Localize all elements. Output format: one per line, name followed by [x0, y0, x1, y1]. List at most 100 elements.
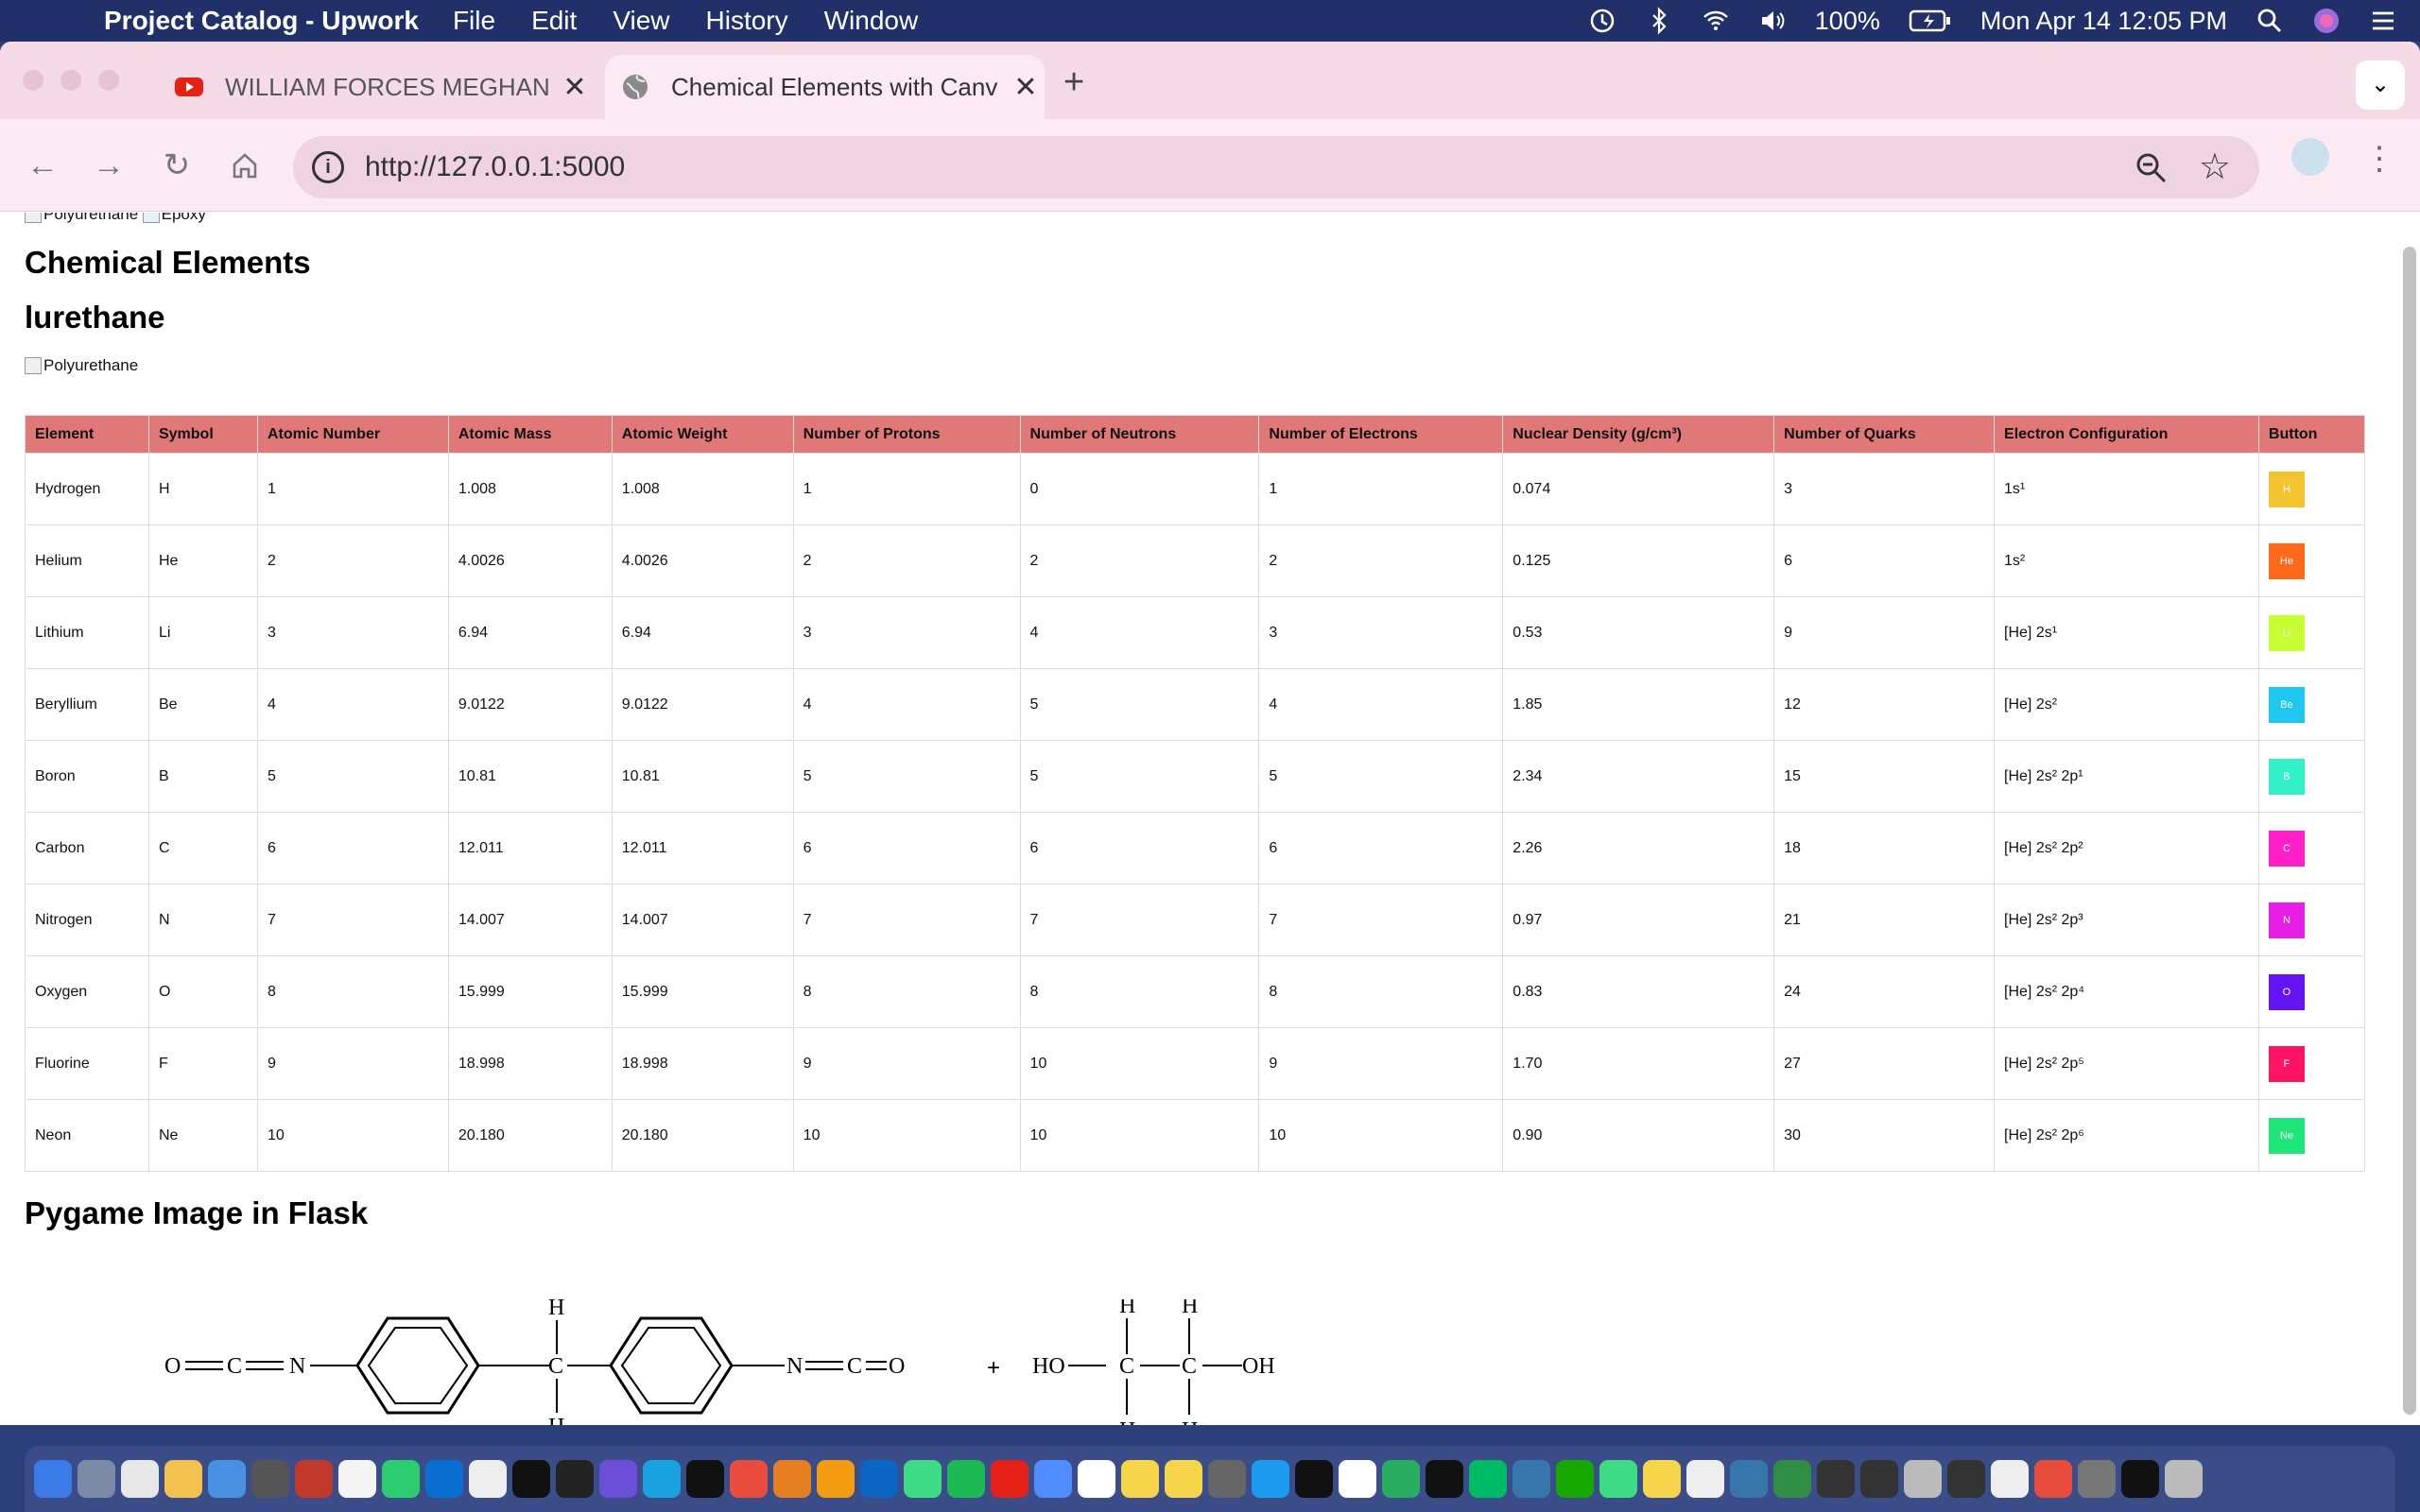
zoom-window-button[interactable]	[98, 70, 119, 91]
dock-app-icon[interactable]	[643, 1460, 681, 1498]
dock-app-icon[interactable]	[1599, 1460, 1637, 1498]
dock-app-icon[interactable]	[1382, 1460, 1420, 1498]
dock-app-icon[interactable]	[1947, 1460, 1985, 1498]
address-bar[interactable]: i http://127.0.0.1:5000 ☆	[293, 136, 2259, 198]
bookmark-star-icon[interactable]: ☆	[2199, 146, 2231, 188]
dock-app-icon[interactable]	[34, 1460, 72, 1498]
dock-app-icon[interactable]	[512, 1460, 550, 1498]
element-button[interactable]: N	[2268, 902, 2305, 938]
dock-app-icon[interactable]	[991, 1460, 1028, 1498]
dock-app-icon[interactable]	[817, 1460, 855, 1498]
dock-app-icon[interactable]	[164, 1460, 202, 1498]
dock-app-icon[interactable]	[1426, 1460, 1463, 1498]
reload-icon[interactable]: ↻	[153, 142, 200, 189]
dock-app-icon[interactable]	[1860, 1460, 1898, 1498]
dock-app-icon[interactable]	[2165, 1460, 2203, 1498]
vertical-scrollbar[interactable]	[2403, 247, 2416, 1415]
dock-app-icon[interactable]	[2078, 1460, 2116, 1498]
dock-app-icon[interactable]	[1556, 1460, 1594, 1498]
dock-app-icon[interactable]	[556, 1460, 594, 1498]
element-button[interactable]: B	[2268, 758, 2305, 795]
tab-search-chevron-icon[interactable]: ⌄	[2356, 60, 2405, 110]
element-button[interactable]: Ne	[2268, 1117, 2305, 1154]
dock-app-icon[interactable]	[2121, 1460, 2159, 1498]
control-center-icon[interactable]	[2369, 7, 2397, 35]
dock-app-icon[interactable]	[1121, 1460, 1159, 1498]
element-button[interactable]: F	[2268, 1045, 2305, 1082]
bluetooth-icon[interactable]	[1645, 7, 1673, 35]
siri-icon[interactable]	[2312, 7, 2341, 35]
dock-app-icon[interactable]	[860, 1460, 898, 1498]
dock-app-icon[interactable]	[382, 1460, 420, 1498]
dock-app-icon[interactable]	[1773, 1460, 1811, 1498]
dock-app-icon[interactable]	[1208, 1460, 1246, 1498]
dock-app-icon[interactable]	[251, 1460, 289, 1498]
tab-youtube[interactable]: WILLIAM FORCES MEGHAN & ✕	[159, 55, 594, 119]
element-button[interactable]: He	[2268, 542, 2305, 579]
cell-neutrons: 2	[1019, 524, 1260, 597]
wifi-icon[interactable]	[1702, 7, 1730, 35]
element-button[interactable]: Be	[2268, 686, 2305, 723]
dock-app-icon[interactable]	[1512, 1460, 1550, 1498]
tab-chemical-elements[interactable]: Chemical Elements with Canv ✕	[605, 55, 1045, 119]
menu-window[interactable]: Window	[824, 6, 919, 36]
dock-app-icon[interactable]	[121, 1460, 159, 1498]
dock-app-icon[interactable]	[1034, 1460, 1072, 1498]
clock[interactable]: Mon Apr 14 12:05 PM	[1980, 7, 2227, 36]
dock-app-icon[interactable]	[1686, 1460, 1724, 1498]
atom-label: H	[1182, 1418, 1198, 1425]
dock-app-icon[interactable]	[730, 1460, 768, 1498]
battery-icon[interactable]	[1909, 9, 1952, 33]
forward-icon[interactable]: →	[85, 142, 132, 189]
url-text[interactable]: http://127.0.0.1:5000	[365, 151, 625, 183]
back-icon[interactable]: ←	[19, 142, 66, 189]
dock-app-icon[interactable]	[338, 1460, 376, 1498]
dock-app-icon[interactable]	[1817, 1460, 1855, 1498]
dock-app-icon[interactable]	[1469, 1460, 1507, 1498]
close-tab-icon[interactable]: ✕	[1007, 71, 1045, 104]
close-window-button[interactable]	[23, 70, 43, 91]
dock-app-icon[interactable]	[78, 1460, 115, 1498]
menu-edit[interactable]: Edit	[531, 6, 577, 36]
dock-app-icon[interactable]	[904, 1460, 942, 1498]
element-button[interactable]: O	[2268, 973, 2305, 1010]
app-name-menu[interactable]: Project Catalog - Upwork	[104, 6, 419, 36]
menu-file[interactable]: File	[453, 6, 495, 36]
dock-app-icon[interactable]	[1339, 1460, 1376, 1498]
cell-atomic-number: 7	[256, 884, 449, 956]
dock-app-icon[interactable]	[1904, 1460, 1942, 1498]
dock-app-icon[interactable]	[1643, 1460, 1681, 1498]
cell-atomic-mass: 12.011	[447, 812, 613, 885]
dock-app-icon[interactable]	[599, 1460, 637, 1498]
element-button[interactable]: C	[2268, 830, 2305, 867]
volume-icon[interactable]	[1758, 7, 1787, 35]
dock-app-icon[interactable]	[2034, 1460, 2072, 1498]
dock-app-icon[interactable]	[773, 1460, 811, 1498]
dock-app-icon[interactable]	[1991, 1460, 2029, 1498]
browser-menu-icon[interactable]: ⋮	[2363, 140, 2395, 178]
dock-app-icon[interactable]	[295, 1460, 333, 1498]
dock-app-icon[interactable]	[469, 1460, 507, 1498]
dock-app-icon[interactable]	[1295, 1460, 1333, 1498]
zoom-icon[interactable]	[2133, 149, 2170, 187]
close-tab-icon[interactable]: ✕	[556, 71, 594, 104]
dock-app-icon[interactable]	[1252, 1460, 1289, 1498]
profile-avatar[interactable]	[2291, 138, 2329, 176]
element-button[interactable]: Li	[2268, 614, 2305, 651]
menu-view[interactable]: View	[613, 6, 669, 36]
dock-app-icon[interactable]	[947, 1460, 985, 1498]
dock-app-icon[interactable]	[1078, 1460, 1115, 1498]
dock-app-icon[interactable]	[1730, 1460, 1768, 1498]
dock-app-icon[interactable]	[1165, 1460, 1202, 1498]
minimize-window-button[interactable]	[60, 70, 81, 91]
spotlight-search-icon[interactable]	[2256, 7, 2284, 35]
element-button[interactable]: H	[2268, 471, 2305, 507]
menu-history[interactable]: History	[706, 6, 788, 36]
home-icon[interactable]	[221, 142, 268, 189]
new-tab-icon[interactable]: +	[1063, 62, 1084, 103]
dock-app-icon[interactable]	[686, 1460, 724, 1498]
dock-app-icon[interactable]	[208, 1460, 246, 1498]
time-machine-icon[interactable]	[1588, 7, 1616, 35]
site-info-icon[interactable]: i	[312, 151, 344, 183]
dock-app-icon[interactable]	[425, 1460, 463, 1498]
